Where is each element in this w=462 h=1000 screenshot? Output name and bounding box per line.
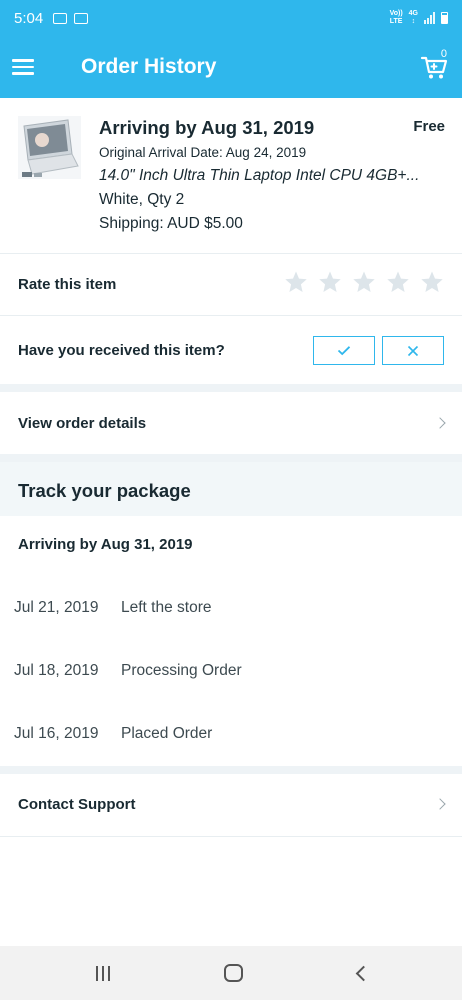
menu-button[interactable] — [0, 36, 62, 98]
contact-support-label: Contact Support — [18, 796, 136, 813]
hamburger-menu-icon — [12, 59, 34, 62]
divider — [0, 836, 462, 837]
tracking-event-status: Left the store — [121, 599, 212, 616]
recent-apps-button[interactable] — [96, 966, 110, 981]
status-time: 5:04 — [14, 9, 44, 27]
cart-button[interactable]: 0 — [420, 48, 448, 80]
star-icon[interactable] — [386, 270, 410, 294]
star-icon[interactable] — [318, 270, 342, 294]
section-divider — [0, 766, 462, 774]
received-no-button[interactable] — [382, 336, 444, 365]
app-bar: Order History 0 — [0, 36, 462, 98]
track-package-title: Track your package — [18, 480, 191, 501]
star-icon[interactable] — [284, 270, 308, 294]
checkmark-icon — [337, 346, 351, 356]
tracking-arrival-date: Arriving by Aug 31, 2019 — [18, 536, 193, 553]
tracking-event-date: Jul 16, 2019 — [14, 725, 99, 742]
product-variant: White, Qty 2 — [99, 191, 185, 208]
product-thumbnail[interactable] — [18, 116, 81, 179]
mail-notification-icon — [74, 12, 89, 24]
battery-icon — [441, 12, 448, 24]
shipping-cost: Shipping: AUD $5.00 — [99, 215, 243, 232]
cart-count-badge: 0 — [440, 48, 447, 60]
gallery-notification-icon — [53, 12, 68, 24]
received-question-label: Have you received this item? — [18, 342, 225, 359]
status-bar: 5:04 Vo)) LTE 4G ↕ — [0, 0, 462, 36]
close-icon — [407, 345, 419, 356]
section-divider — [0, 384, 462, 392]
star-icon[interactable] — [352, 270, 376, 294]
tracking-event-status: Processing Order — [121, 662, 242, 679]
tracking-event-date: Jul 21, 2019 — [14, 599, 99, 616]
tracking-event-date: Jul 18, 2019 — [14, 662, 99, 679]
rate-item-label: Rate this item — [18, 276, 117, 293]
volte-indicator: Vo)) LTE — [389, 10, 403, 25]
view-order-details-label: View order details — [18, 415, 147, 432]
star-icon[interactable] — [420, 270, 444, 294]
section-divider — [0, 454, 462, 462]
star-rating[interactable] — [284, 270, 444, 294]
home-button[interactable] — [224, 964, 243, 982]
product-name: 14.0" Inch Ultra Thin Laptop Intel CPU 4… — [99, 167, 420, 184]
page-title: Order History — [81, 55, 217, 78]
signal-strength-icon — [424, 12, 435, 24]
order-arrival-title: Arriving by Aug 31, 2019 — [99, 117, 315, 138]
received-yes-button[interactable] — [313, 336, 375, 365]
original-arrival-date: Original Arrival Date: Aug 24, 2019 — [99, 145, 307, 160]
order-price: Free — [413, 118, 445, 135]
network-type-indicator: 4G ↕ — [408, 10, 418, 25]
tracking-event-status: Placed Order — [121, 725, 213, 742]
